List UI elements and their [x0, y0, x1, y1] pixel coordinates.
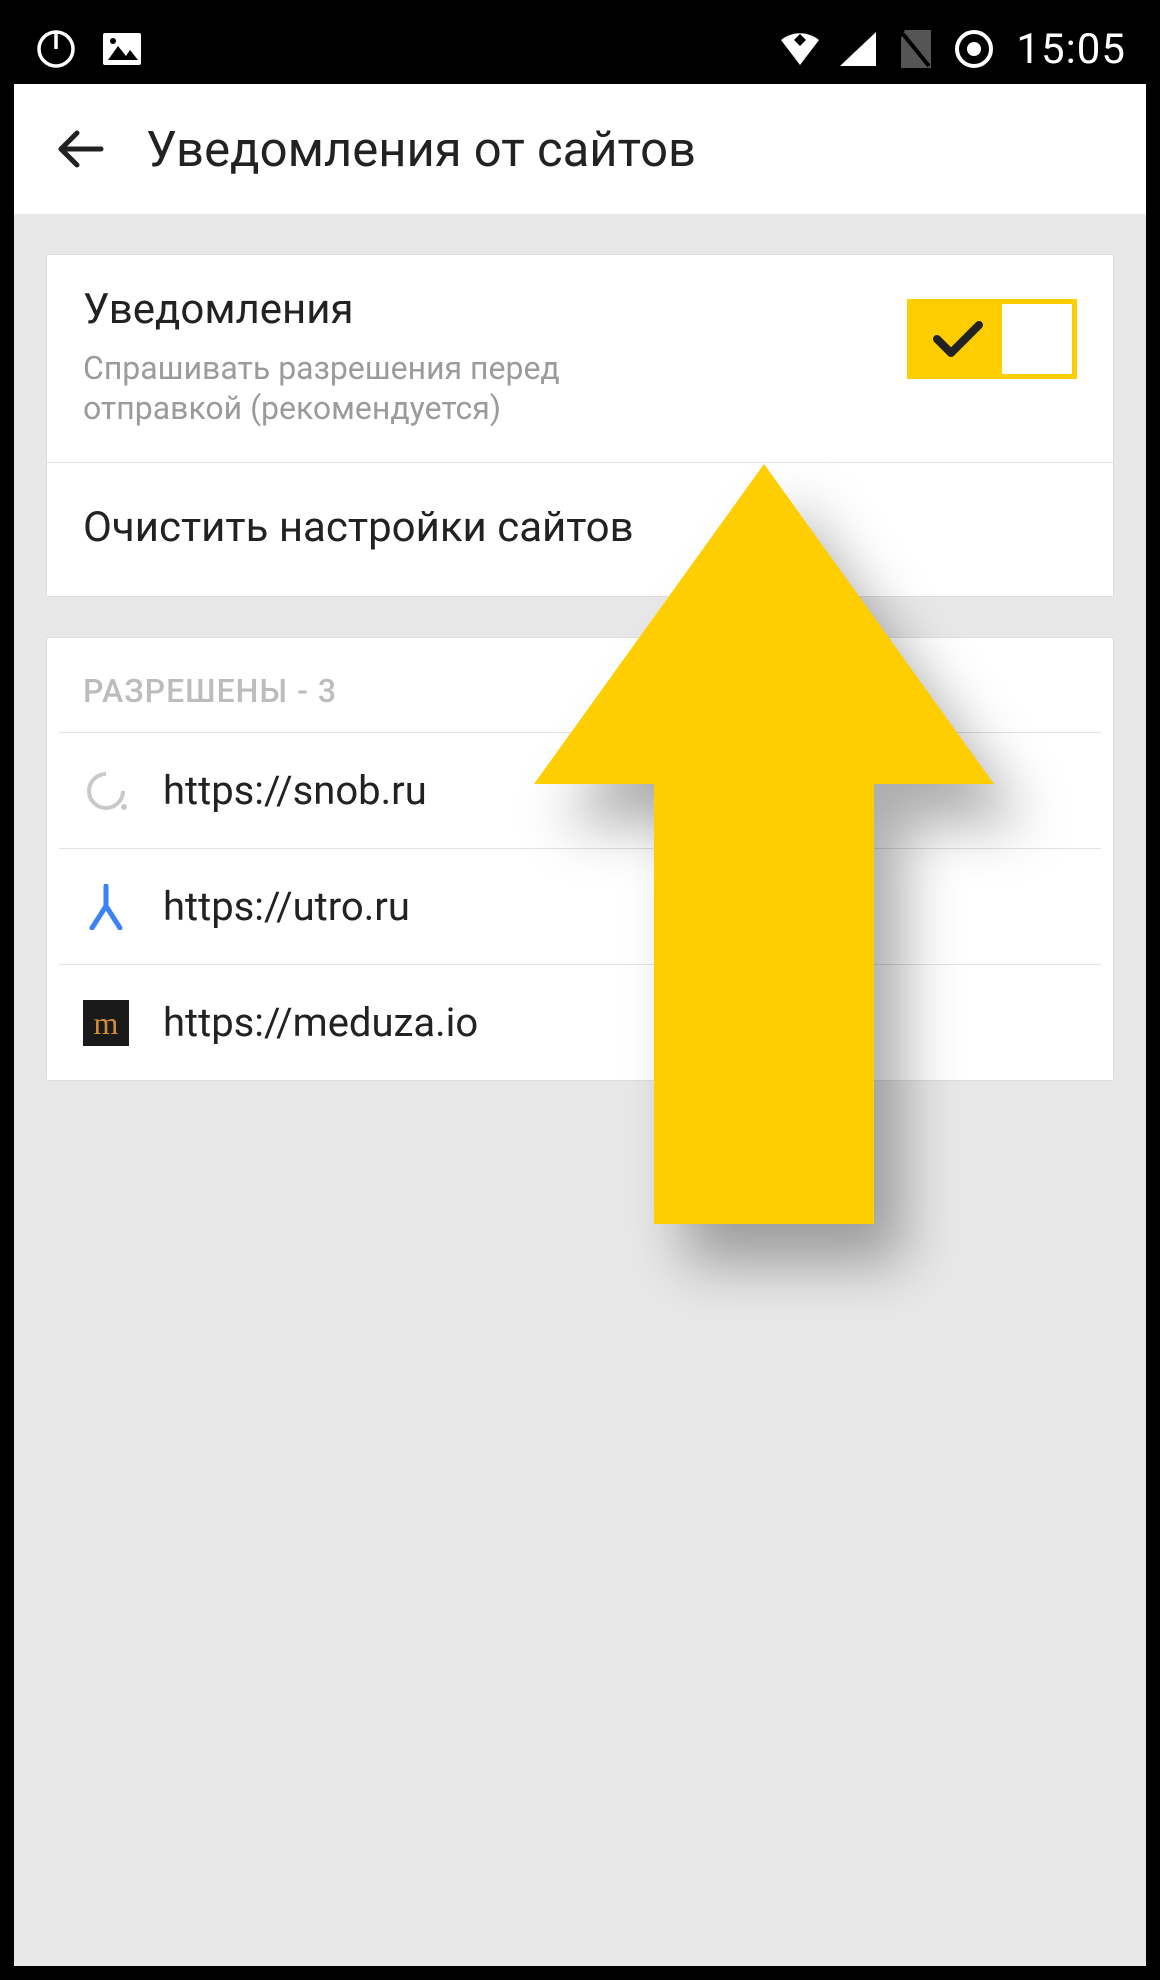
toggle-knob	[1002, 304, 1072, 374]
record-icon	[952, 27, 996, 71]
yandex-app-icon	[34, 27, 78, 71]
app-bar: Уведомления от сайтов	[14, 84, 1146, 214]
site-favicon-meduza: m	[83, 1000, 129, 1046]
site-row-utro[interactable]: https://utro.ru	[47, 849, 1113, 964]
status-bar: 15:05	[14, 14, 1146, 84]
check-icon	[907, 319, 1009, 359]
arrow-left-icon	[51, 121, 107, 177]
site-row-meduza[interactable]: m https://meduza.io	[47, 965, 1113, 1080]
allowed-section-header: РАЗРЕШЕНЫ - 3	[47, 638, 1113, 732]
no-sim-icon	[894, 27, 938, 71]
site-url: https://utro.ru	[163, 883, 410, 930]
site-url: https://meduza.io	[163, 999, 478, 1046]
site-favicon-snob	[83, 768, 129, 814]
wifi-icon	[778, 27, 822, 71]
site-row-snob[interactable]: https://snob.ru	[47, 733, 1113, 848]
clear-site-settings-button[interactable]: Очистить настройки сайтов	[47, 463, 1113, 596]
notifications-title: Уведомления	[83, 285, 887, 334]
notifications-subtitle: Спрашивать разрешения перед отправкой (р…	[83, 348, 713, 428]
back-button[interactable]	[44, 114, 114, 184]
gallery-icon	[100, 27, 144, 71]
site-url: https://snob.ru	[163, 767, 427, 814]
notifications-toggle[interactable]	[907, 299, 1077, 379]
notifications-card: Уведомления Спрашивать разрешения перед …	[46, 254, 1114, 597]
page-title: Уведомления от сайтов	[146, 121, 696, 178]
notifications-toggle-row[interactable]: Уведомления Спрашивать разрешения перед …	[47, 255, 1113, 462]
clock: 15:05	[1016, 25, 1126, 74]
cell-signal-icon	[836, 27, 880, 71]
site-favicon-utro	[83, 884, 129, 930]
content-area: Уведомления Спрашивать разрешения перед …	[14, 214, 1146, 1966]
allowed-sites-card: РАЗРЕШЕНЫ - 3 https://snob.ru https://ut…	[46, 637, 1114, 1081]
